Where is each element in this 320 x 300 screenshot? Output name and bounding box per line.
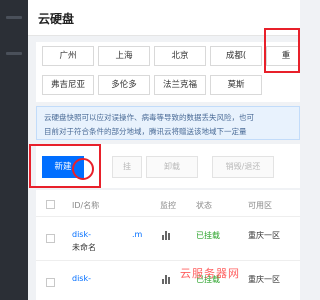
destroy-return-button[interactable]: 销毁/退还	[212, 156, 274, 178]
disk-id-suffix[interactable]: .m	[132, 230, 142, 239]
zone-value: 重庆一区	[248, 275, 280, 284]
region-moscow[interactable]: 莫斯	[210, 75, 262, 95]
disk-table: ID/名称 监控 状态 可用区 disk- 未命名 .m 已挂载 重庆一区 di…	[36, 190, 300, 300]
region-shanghai[interactable]: 上海	[98, 46, 150, 66]
side-nav	[0, 0, 28, 300]
disk-id-link[interactable]: disk-	[72, 230, 91, 239]
nav-item[interactable]	[6, 52, 22, 55]
mount-button[interactable]: 挂	[112, 156, 142, 178]
region-toronto[interactable]: 多伦多	[98, 75, 150, 95]
zone-value: 重庆一区	[248, 231, 280, 240]
unmount-button[interactable]: 卸载	[146, 156, 198, 178]
row-checkbox[interactable]	[46, 278, 55, 287]
toolbar: 新建 挂 卸载 销毁/退还	[36, 144, 300, 188]
notice-line-2: 目前对于符合条件的部分地域，腾讯云将赠送该地域下一定量	[44, 127, 247, 136]
column-header-monitor: 监控	[160, 201, 176, 210]
disk-id-link[interactable]: disk-	[72, 274, 91, 283]
region-beijing[interactable]: 北京	[154, 46, 206, 66]
row-checkbox[interactable]	[46, 234, 55, 243]
info-notice: 云硬盘快照可以应对误操作、病毒等导致的数据丢失风险，也可 目前对于符合条件的部分…	[36, 106, 300, 140]
region-frankfurt[interactable]: 法兰克福	[154, 75, 206, 95]
region-selector: 广州 上海 北京 成都( 重 弗吉尼亚 多伦多 法兰克福 莫斯	[36, 42, 300, 102]
region-virginia[interactable]: 弗吉尼亚	[42, 75, 94, 95]
status-badge: 已挂载	[196, 231, 220, 240]
column-header-status: 状态	[196, 201, 212, 210]
region-chengdu[interactable]: 成都(	[210, 46, 262, 66]
monitor-chart-icon[interactable]	[162, 231, 172, 240]
notice-line-1: 云硬盘快照可以应对误操作、病毒等导致的数据丢失风险，也可	[44, 113, 254, 122]
region-guangzhou[interactable]: 广州	[42, 46, 94, 66]
select-all-checkbox[interactable]	[46, 200, 55, 209]
monitor-chart-icon[interactable]	[162, 275, 172, 284]
disk-name: 未命名	[72, 243, 96, 252]
page-title: 云硬盘	[38, 12, 75, 26]
new-button[interactable]: 新建	[42, 156, 84, 178]
main-content: 广州 上海 北京 成都( 重 弗吉尼亚 多伦多 法兰克福 莫斯 云硬盘快照可以应…	[28, 36, 300, 300]
watermark-text: 云服务器网	[180, 267, 240, 280]
region-chongqing[interactable]: 重	[266, 46, 300, 66]
row-divider	[36, 260, 300, 261]
nav-item[interactable]	[6, 16, 22, 19]
title-bar: 云硬盘	[28, 0, 300, 36]
column-header-zone: 可用区	[248, 201, 272, 210]
header-divider	[36, 216, 300, 217]
column-header-id: ID/名称	[72, 201, 100, 210]
